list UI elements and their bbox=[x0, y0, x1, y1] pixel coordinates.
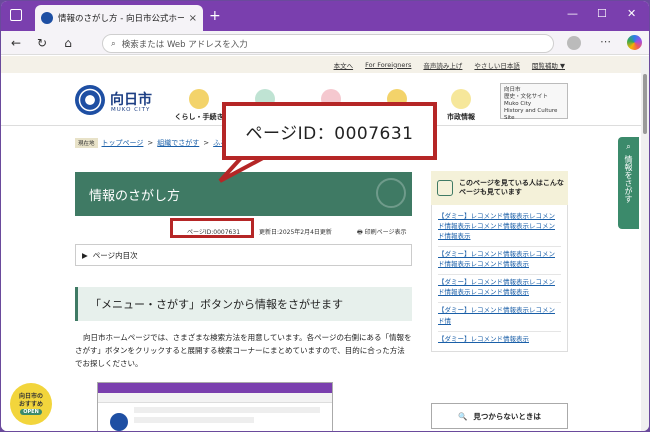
recommend-list: 【ダミー】レコメンド情報表示レコメンド情報表示レコメンド情報表示レコメンド情報表… bbox=[431, 205, 568, 352]
toc-toggle[interactable]: ▶ ページ内目次 bbox=[75, 244, 412, 266]
tab-close-icon[interactable]: × bbox=[189, 13, 197, 24]
recommend-header: このページを見ている人はこんなページも見ています bbox=[431, 171, 568, 205]
util-link-skip[interactable]: 本文へ bbox=[334, 60, 354, 70]
browser-window: 情報のさがし方 - 向日市公式ホーム × + — ☐ ✕ ← ↻ ⌂ ⌕ 検索ま… bbox=[1, 1, 649, 431]
util-link-foreigners[interactable]: For Foreigners bbox=[365, 61, 411, 69]
breadcrumb-org[interactable]: 組織でさがす bbox=[157, 138, 199, 148]
site-favicon-icon bbox=[41, 12, 53, 24]
nav-label: くらし・手続き bbox=[174, 113, 224, 121]
util-link-voice[interactable]: 音声読み上げ bbox=[423, 60, 462, 70]
print-link[interactable]: 🖶 印刷ページ表示 bbox=[357, 227, 406, 238]
section-heading: 「メニュー・さがす」ボタンから情報をさがせます bbox=[75, 287, 412, 321]
nav-item-living[interactable]: くらし・手続き bbox=[171, 89, 227, 122]
more-menu-icon[interactable]: ⋯ bbox=[600, 35, 611, 48]
browser-tab[interactable]: 情報のさがし方 - 向日市公式ホーム × bbox=[35, 5, 203, 31]
not-found-label: 見つからないときは bbox=[473, 411, 541, 421]
people-icon bbox=[437, 180, 453, 196]
breadcrumb: 現在地 トップページ > 組織でさがす > ふる bbox=[75, 138, 227, 148]
recommend-link[interactable]: 【ダミー】レコメンド情報表示 bbox=[438, 332, 561, 349]
recommend-link[interactable]: 【ダミー】レコメンド情報表示レコメンド情報表示レコメンド情報表示レコメンド情報表… bbox=[438, 209, 561, 248]
address-bar[interactable]: ⌕ 検索または Web アドレスを入力 bbox=[102, 34, 554, 53]
profile-avatar[interactable] bbox=[567, 36, 581, 50]
osusume-open: OPEN bbox=[20, 408, 42, 415]
city-emblem-icon[interactable] bbox=[75, 85, 105, 115]
site-logo-en: MUKO CITY bbox=[111, 107, 151, 113]
search-icon: ⌕ bbox=[624, 143, 634, 151]
osusume-line: 向日市の bbox=[18, 393, 43, 401]
recommend-title: このページを見ている人はこんなページも見ています bbox=[459, 178, 564, 196]
page-scrollbar[interactable] bbox=[641, 56, 649, 431]
current-location-label: 現在地 bbox=[75, 138, 98, 148]
close-window-button[interactable]: ✕ bbox=[627, 7, 636, 20]
updated-date: 更新日:2025年2月4日更新 bbox=[259, 229, 332, 236]
maximize-button[interactable]: ☐ bbox=[597, 7, 607, 20]
history-culture-banner[interactable]: 向日市 歴史・文化サイト Muko City History and Cultu… bbox=[500, 83, 568, 121]
history-line: Muko City bbox=[504, 100, 532, 107]
page-id-callout: ページID：0007631 bbox=[222, 102, 437, 160]
refresh-icon[interactable]: ↻ bbox=[35, 36, 49, 50]
web-page: 本文へ For Foreigners 音声読み上げ やさしい日本語 閲覧補助 ▼… bbox=[1, 56, 641, 431]
nav-item-city-info[interactable]: 市政情報 bbox=[433, 89, 489, 122]
recommend-panel: このページを見ている人はこんなページも見ています 【ダミー】レコメンド情報表示レ… bbox=[431, 171, 568, 352]
tab-title: 情報のさがし方 - 向日市公式ホーム bbox=[58, 14, 184, 24]
title-bar: 情報のさがし方 - 向日市公式ホーム × + — ☐ ✕ bbox=[1, 1, 649, 31]
util-link-accessibility[interactable]: 閲覧補助 ▼ bbox=[532, 60, 565, 70]
home-icon[interactable]: ⌂ bbox=[61, 36, 75, 50]
recommend-link[interactable]: 【ダミー】レコメンド情報表示レコメンド情報表示レコメンド情報表示 bbox=[438, 275, 561, 304]
flag-icon bbox=[451, 89, 471, 109]
history-line: History and Culture Site bbox=[504, 107, 558, 121]
osusume-line: おすすめ bbox=[18, 400, 43, 408]
embedded-screenshot bbox=[97, 382, 333, 431]
nav-label: 市政情報 bbox=[447, 113, 475, 121]
page-title: 情報のさがし方 bbox=[75, 172, 412, 216]
new-tab-button[interactable]: + bbox=[209, 8, 221, 24]
util-link-easy-japanese[interactable]: やさしい日本語 bbox=[474, 60, 520, 70]
find-info-label: 情報をさがす bbox=[624, 155, 633, 203]
minimize-button[interactable]: — bbox=[567, 7, 578, 20]
living-icon bbox=[189, 89, 209, 109]
toc-label: ページ内目次 bbox=[92, 250, 138, 260]
city-emblem-icon bbox=[110, 413, 128, 431]
osusume-badge[interactable]: 向日市の おすすめ OPEN bbox=[10, 383, 52, 425]
scroll-thumb[interactable] bbox=[643, 74, 647, 134]
utility-bar: 本文へ For Foreigners 音声読み上げ やさしい日本語 閲覧補助 ▼ bbox=[1, 56, 641, 73]
recommend-link[interactable]: 【ダミー】レコメンド情報表示レコメンド情 bbox=[438, 303, 561, 332]
history-line: 向日市 bbox=[504, 87, 521, 93]
back-icon[interactable]: ← bbox=[9, 36, 23, 50]
site-logo-name[interactable]: 向日市 bbox=[110, 89, 152, 109]
workspaces-icon[interactable] bbox=[10, 9, 22, 21]
copilot-icon[interactable] bbox=[627, 35, 642, 50]
magnifier-icon: 🔍 bbox=[458, 411, 468, 421]
history-line: 歴史・文化サイト bbox=[504, 93, 549, 100]
body-paragraph: 向日市ホームページでは、さまざまな検索方法を用意しています。各ページの右側にある… bbox=[75, 333, 412, 369]
page-id-highlight bbox=[170, 218, 254, 238]
page-title-text: 情報のさがし方 bbox=[89, 188, 181, 204]
triangle-right-icon: ▶ bbox=[82, 250, 88, 260]
recommend-link[interactable]: 【ダミー】レコメンド情報表示レコメンド情報表示レコメンド情報表示 bbox=[438, 247, 561, 276]
address-placeholder: 検索または Web アドレスを入力 bbox=[121, 39, 248, 50]
find-info-side-button[interactable]: ⌕ 情報をさがす bbox=[618, 137, 639, 229]
breadcrumb-top[interactable]: トップページ bbox=[102, 138, 144, 148]
bamboo-decoration-icon bbox=[376, 178, 406, 208]
search-icon: ⌕ bbox=[111, 38, 116, 49]
print-label: 印刷ページ表示 bbox=[364, 229, 407, 236]
not-found-button[interactable]: 🔍 見つからないときは bbox=[431, 403, 568, 429]
